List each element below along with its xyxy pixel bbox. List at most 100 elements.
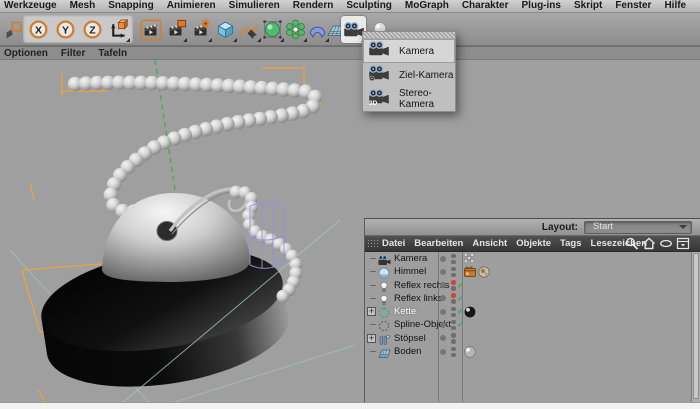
palette-tearoff-strip[interactable] [363, 32, 455, 39]
eye-icon[interactable] [659, 237, 673, 250]
tree-branch [370, 271, 376, 272]
object-row-kamera[interactable]: Kamera [365, 252, 700, 265]
layer-dot[interactable] [440, 335, 446, 341]
object-label[interactable]: Stöpsel [394, 333, 426, 344]
menu-animieren[interactable]: Animieren [167, 0, 216, 12]
lock-y-button[interactable]: Y [53, 16, 78, 43]
tag-list [464, 306, 476, 318]
visibility-dot-render[interactable] [451, 353, 456, 358]
lock-x-button[interactable]: X [26, 16, 51, 43]
object-row-st-psel[interactable]: + Stöpsel [365, 332, 700, 345]
layer-dot[interactable] [440, 309, 446, 315]
object-row-himmel[interactable]: Himmel [365, 265, 700, 278]
visibility-dot-render[interactable] [451, 313, 456, 318]
add-subdivision-surface-button[interactable] [260, 16, 285, 43]
layer-dot[interactable] [440, 295, 446, 301]
om-menu-datei[interactable]: Datei [382, 236, 405, 251]
menu-plug-ins[interactable]: Plug-ins [522, 0, 561, 12]
scrollbar[interactable] [691, 252, 700, 403]
object-label[interactable]: Himmel [394, 266, 426, 277]
enabled-check-icon[interactable]: ✓ [457, 318, 465, 331]
object-row-spline-objekt[interactable]: Spline-Objekt✓ [365, 318, 700, 331]
menu-rendern[interactable]: Rendern [293, 0, 334, 12]
texture-tag-icon[interactable] [478, 266, 490, 278]
viewport-menu-tafeln[interactable]: Tafeln [98, 47, 127, 60]
object-row-kette[interactable]: +Kette✓ [365, 305, 700, 318]
panel-icon[interactable] [676, 237, 690, 250]
material-black-icon[interactable] [464, 306, 476, 318]
object-row-boden[interactable]: Boden [365, 345, 700, 358]
scrollbar-thumb[interactable] [693, 253, 699, 399]
menu-simulieren[interactable]: Simulieren [229, 0, 280, 12]
layer-dot[interactable] [440, 322, 446, 328]
dropdown-item-kamera[interactable]: Kamera [363, 39, 455, 63]
visibility-dot-editor[interactable] [451, 267, 456, 272]
layer-dot[interactable] [440, 269, 446, 275]
object-list: KameraHimmelReflex rechts✓Reflex links✓+… [365, 252, 700, 403]
compositing-tag-icon[interactable] [464, 266, 476, 278]
om-menu-tags[interactable]: Tags [560, 236, 581, 251]
render-settings-button[interactable] [188, 16, 213, 43]
last-tool-button[interactable] [1, 16, 26, 43]
om-menu-ansicht[interactable]: Ansicht [472, 236, 507, 251]
expand-icon[interactable]: + [367, 334, 376, 343]
render-view-button[interactable] [138, 16, 163, 43]
visibility-dot-render[interactable] [451, 339, 456, 344]
om-menu-bearbeiten[interactable]: Bearbeiten [414, 236, 463, 251]
menu-werkzeuge[interactable]: Werkzeuge [4, 0, 57, 12]
enabled-check-icon[interactable]: ✓ [457, 279, 465, 292]
dropdown-item-stereo-kamera[interactable]: 3DStereo-Kamera [363, 87, 455, 111]
tree-branch [370, 298, 376, 299]
object-row-reflex-rechts[interactable]: Reflex rechts✓ [365, 279, 700, 292]
dropdown-item-label: Ziel-Kamera [399, 70, 453, 81]
layout-select[interactable]: Start [584, 221, 692, 234]
visibility-dot-editor[interactable] [451, 293, 456, 298]
menu-sculpting[interactable]: Sculpting [346, 0, 392, 12]
menu-mograph[interactable]: MoGraph [405, 0, 449, 12]
search-icon[interactable] [625, 237, 639, 250]
om-menu-objekte[interactable]: Objekte [516, 236, 551, 251]
visibility-dot-editor[interactable] [451, 280, 456, 285]
visibility-dot-editor[interactable] [451, 347, 456, 352]
visibility-dot-editor[interactable] [451, 333, 456, 338]
panel-grip[interactable] [367, 239, 378, 249]
tree-branch [370, 324, 376, 325]
home-icon[interactable] [642, 237, 656, 250]
render-picture-viewer-button[interactable] [163, 16, 188, 43]
dropdown-item-ziel-kamera[interactable]: Ziel-Kamera [363, 63, 455, 87]
menu-fenster[interactable]: Fenster [615, 0, 651, 12]
menu-hilfe[interactable]: Hilfe [664, 0, 686, 12]
camera-3d-icon: 3D [368, 89, 390, 110]
add-primitive-cube-button[interactable] [213, 16, 238, 43]
visibility-dot-render[interactable] [451, 299, 456, 304]
object-label[interactable]: Boden [394, 346, 421, 357]
visibility-dot-render[interactable] [451, 273, 456, 278]
add-spline-button[interactable] [237, 16, 262, 43]
visibility-dot-render[interactable] [451, 326, 456, 331]
menu-mesh[interactable]: Mesh [70, 0, 96, 12]
visibility-dot-editor[interactable] [451, 254, 456, 259]
menu-charakter[interactable]: Charakter [462, 0, 509, 12]
object-row-reflex-links[interactable]: Reflex links ✓ [365, 292, 700, 305]
viewport-menu-filter[interactable]: Filter [61, 47, 85, 60]
coordinate-system-button[interactable] [106, 16, 131, 43]
visibility-dot-render[interactable] [451, 286, 456, 291]
menu-skript[interactable]: Skript [574, 0, 602, 12]
enabled-check-icon[interactable]: ✓ [457, 292, 465, 305]
material-grey-icon[interactable] [464, 346, 476, 358]
visibility-dot-render[interactable] [451, 260, 456, 265]
object-label[interactable]: Reflex links [394, 293, 443, 304]
viewport-menu-optionen[interactable]: Optionen [4, 47, 48, 60]
visibility-dot-editor[interactable] [451, 320, 456, 325]
camera-target-icon [368, 65, 390, 86]
layer-dot[interactable] [440, 256, 446, 262]
object-label[interactable]: Kamera [394, 253, 427, 264]
selection-bounding-box [22, 68, 322, 404]
object-label[interactable]: Kette [394, 306, 416, 317]
menu-snapping[interactable]: Snapping [108, 0, 154, 12]
camera-toggle-icon[interactable] [464, 253, 474, 263]
layer-dot[interactable] [440, 349, 446, 355]
visibility-dot-editor[interactable] [451, 307, 456, 312]
expand-icon[interactable]: + [367, 307, 376, 316]
lock-z-button[interactable]: Z [80, 16, 105, 43]
